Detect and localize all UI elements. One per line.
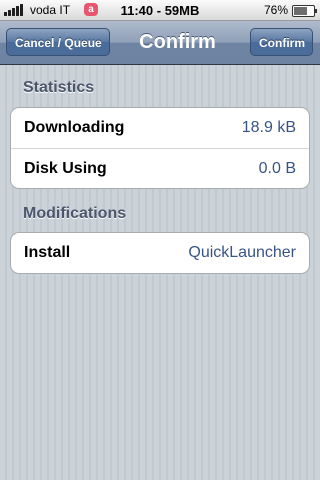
statistics-group: Downloading 18.9 kB Disk Using 0.0 B xyxy=(10,107,310,189)
row-label: Install xyxy=(24,244,71,261)
row-value: 0.0 B xyxy=(258,160,296,177)
row-value: QuickLauncher xyxy=(188,244,296,261)
section-header-statistics: Statistics xyxy=(23,79,95,96)
row-value: 18.9 kB xyxy=(241,119,296,136)
cancel-queue-button[interactable]: Cancel / Queue xyxy=(6,28,110,56)
row-disk-using: Disk Using 0.0 B xyxy=(11,148,309,188)
row-downloading: Downloading 18.9 kB xyxy=(11,108,309,148)
battery-level-fill xyxy=(294,7,307,15)
navigation-bar: Cancel / Queue Confirm Confirm xyxy=(0,21,320,65)
modifications-group: Install QuickLauncher xyxy=(10,232,310,274)
status-bar: voda IT a 11:40 - 59MB 76% xyxy=(0,0,320,21)
row-install[interactable]: Install QuickLauncher xyxy=(11,233,309,273)
confirm-button[interactable]: Confirm xyxy=(250,28,313,56)
battery-icon xyxy=(292,5,317,17)
battery-percent: 76% xyxy=(263,3,288,17)
section-header-modifications: Modifications xyxy=(23,205,127,222)
row-label: Downloading xyxy=(24,119,125,136)
page-title: Confirm xyxy=(139,31,216,53)
row-label: Disk Using xyxy=(24,160,107,177)
